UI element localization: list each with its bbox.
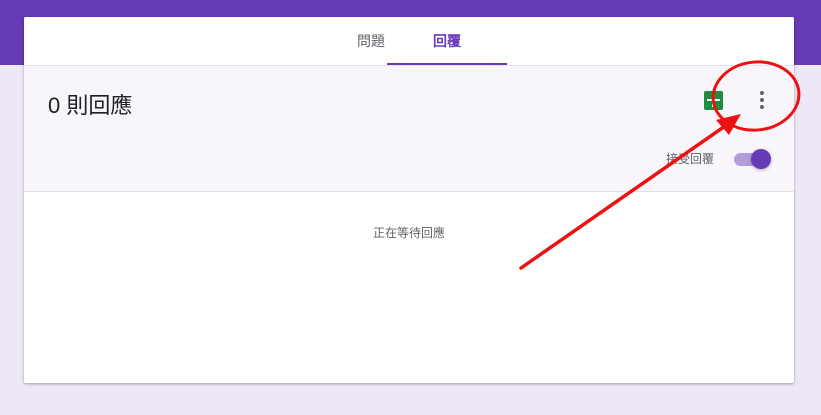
tab-bar: 問題 回覆 xyxy=(24,17,794,65)
google-sheets-icon[interactable] xyxy=(704,91,723,110)
accept-responses-label: 接受回覆 xyxy=(666,152,715,166)
accept-responses-toggle[interactable] xyxy=(732,148,772,170)
waiting-message: 正在等待回應 xyxy=(372,226,445,240)
responses-header: 0 則回應 接受回覆 xyxy=(24,65,794,192)
more-vert-icon xyxy=(760,91,764,95)
more-options-button[interactable] xyxy=(749,86,775,114)
responses-card: 問題 回覆 0 則回應 接受回覆 正在等待回應 xyxy=(24,17,794,383)
response-count: 0 則回應 xyxy=(48,93,133,118)
tab-responses[interactable]: 回覆 xyxy=(387,17,507,65)
